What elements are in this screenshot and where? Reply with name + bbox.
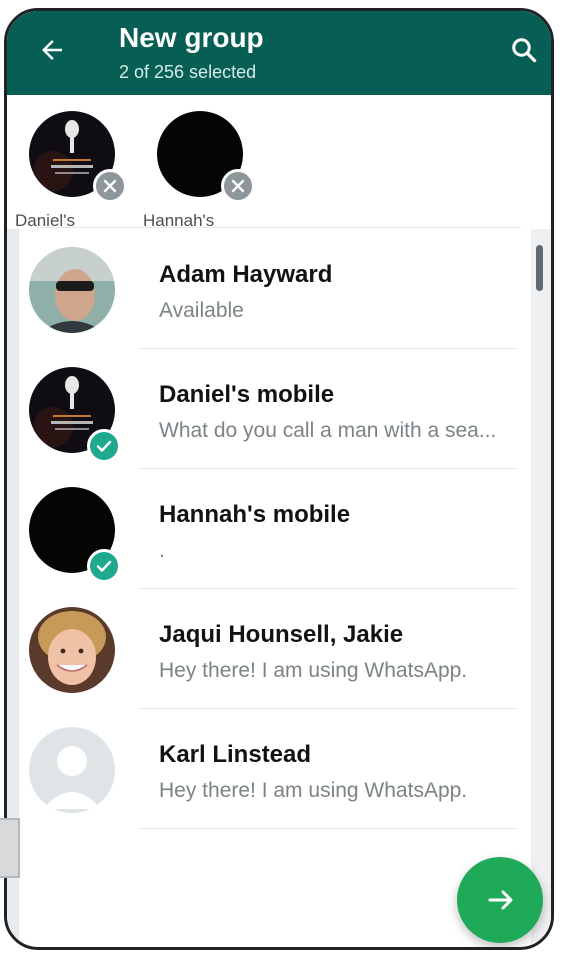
contact-status: What do you call a man with a sea...: [159, 419, 497, 442]
contact-status: Hey there! I am using WhatsApp.: [159, 659, 468, 682]
arrow-left-icon: [42, 40, 62, 60]
back-button[interactable]: [37, 35, 67, 65]
contact-status: Available: [159, 299, 244, 322]
selected-check-badge: [87, 429, 121, 463]
selection-count: 2 of 256 selected: [119, 62, 257, 82]
contact-row[interactable]: Hannah's mobile .: [7, 469, 551, 589]
contact-status: .: [159, 539, 165, 562]
next-button[interactable]: [457, 857, 543, 943]
selected-contacts-strip: Daniel's Hannah's: [7, 95, 551, 230]
selected-contact-name: Hannah's: [143, 211, 215, 230]
selected-contact-name: Daniel's: [15, 211, 75, 230]
default-avatar-icon: [29, 727, 115, 813]
contact-name: Daniel's mobile: [159, 381, 335, 408]
search-button[interactable]: [509, 35, 539, 65]
contact-status: Hey there! I am using WhatsApp.: [159, 779, 468, 802]
contact-row[interactable]: Adam Hayward Available: [7, 229, 551, 349]
contact-name: Karl Linstead: [159, 741, 312, 768]
strip-divider: [37, 227, 521, 228]
contact-name: Jaqui Hounsell, Jakie: [159, 621, 404, 648]
remove-selected-button[interactable]: [93, 169, 127, 203]
close-icon: [231, 179, 245, 193]
contact-name: Hannah's mobile: [159, 501, 351, 528]
search-icon: [512, 38, 537, 63]
arrow-right-icon: [488, 890, 513, 910]
selected-contact-daniels[interactable]: Daniel's: [15, 103, 127, 230]
contact-row[interactable]: Daniel's mobile What do you call a man w…: [7, 349, 551, 469]
app-bar: New group 2 of 256 selected: [7, 11, 551, 95]
side-tab: [0, 818, 20, 878]
avatar: [29, 607, 115, 693]
page-title: New group: [119, 22, 264, 53]
selected-contact-hannahs[interactable]: Hannah's: [143, 103, 255, 230]
row-divider: [139, 828, 517, 829]
selected-check-badge: [87, 549, 121, 583]
contact-row[interactable]: Karl Linstead Hey there! I am using What…: [7, 709, 551, 829]
avatar: [29, 727, 115, 813]
remove-selected-button[interactable]: [221, 169, 255, 203]
check-icon: [96, 440, 112, 452]
check-icon: [96, 560, 112, 572]
avatar: [29, 247, 115, 333]
contact-row[interactable]: Jaqui Hounsell, Jakie Hey there! I am us…: [7, 589, 551, 709]
scrollbar[interactable]: [536, 245, 543, 291]
phone-frame: New group 2 of 256 selected Daniel's Han…: [4, 8, 554, 950]
contact-name: Adam Hayward: [159, 261, 333, 288]
close-icon: [103, 179, 117, 193]
